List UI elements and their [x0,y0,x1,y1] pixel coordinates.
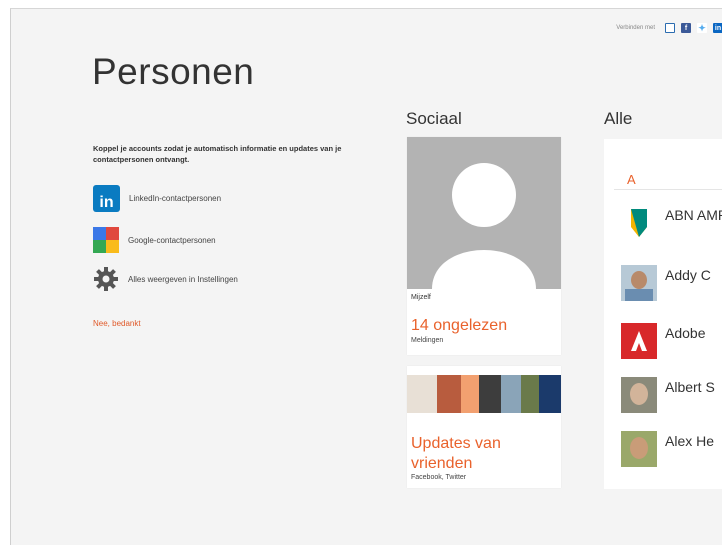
contact-item[interactable]: Addy C [621,265,711,301]
avatar [621,265,657,301]
avatar-placeholder [407,137,561,289]
outlook-icon[interactable] [665,23,675,33]
account-linkedin[interactable]: in LinkedIn-contactpersonen [93,185,221,212]
people-app-screen: Verbinden met f ✦ in Personen Koppel je … [10,8,722,545]
all-heading: Alle [604,109,633,128]
me-label: Mijzelf [411,294,431,301]
account-settings[interactable]: Alles weergeven in Instellingen [93,266,238,292]
google-icon [93,227,119,253]
intro-text: Koppel je accounts zodat je automatisch … [93,144,342,164]
friends-photo-strip [407,375,561,413]
notifications-label: Meldingen [411,337,444,344]
avatar [621,377,657,413]
facebook-icon[interactable]: f [681,23,691,33]
linkedin-icon: in [93,185,120,212]
me-tile[interactable]: Mijzelf 14 ongelezen Meldingen [407,137,561,355]
letter-header[interactable]: A [627,172,636,187]
updates-title: Updates van vrienden [411,435,501,472]
contact-name: Addy C [665,267,711,283]
contact-item[interactable]: Adobe [621,323,705,359]
unread-count: 14 ongelezen [411,317,508,334]
account-google[interactable]: Google-contactpersonen [93,227,216,253]
page-title: Personen [92,51,255,92]
twitter-icon[interactable]: ✦ [697,23,707,33]
adobe-logo [621,323,657,359]
connect-label: Verbinden met [616,25,655,31]
divider [614,189,722,190]
account-linkedin-label: LinkedIn-contactpersonen [129,194,222,203]
updates-tile[interactable]: Updates van vrienden Facebook, Twitter [407,366,561,488]
gear-icon [94,267,118,291]
social-heading: Sociaal [406,109,462,128]
connect-bar: Verbinden met f ✦ in [616,23,722,33]
contact-item[interactable]: Albert S [621,377,715,413]
contact-item[interactable]: ABN AMRO [621,205,722,241]
contact-name: ABN AMRO [665,207,722,223]
linkedin-icon[interactable]: in [713,23,722,33]
decline-link[interactable]: Nee, bedankt [93,319,141,328]
contact-item[interactable]: Alex He [621,431,714,467]
abn-amro-logo [621,205,657,241]
account-google-label: Google-contactpersonen [128,235,216,245]
contact-name: Albert S [665,379,715,395]
contact-name: Alex He [665,433,715,449]
updates-sources: Facebook, Twitter [411,474,467,481]
contact-name: Adobe [665,325,706,341]
avatar [621,431,657,467]
account-settings-label: Alles weergeven in Instellingen [128,274,238,284]
